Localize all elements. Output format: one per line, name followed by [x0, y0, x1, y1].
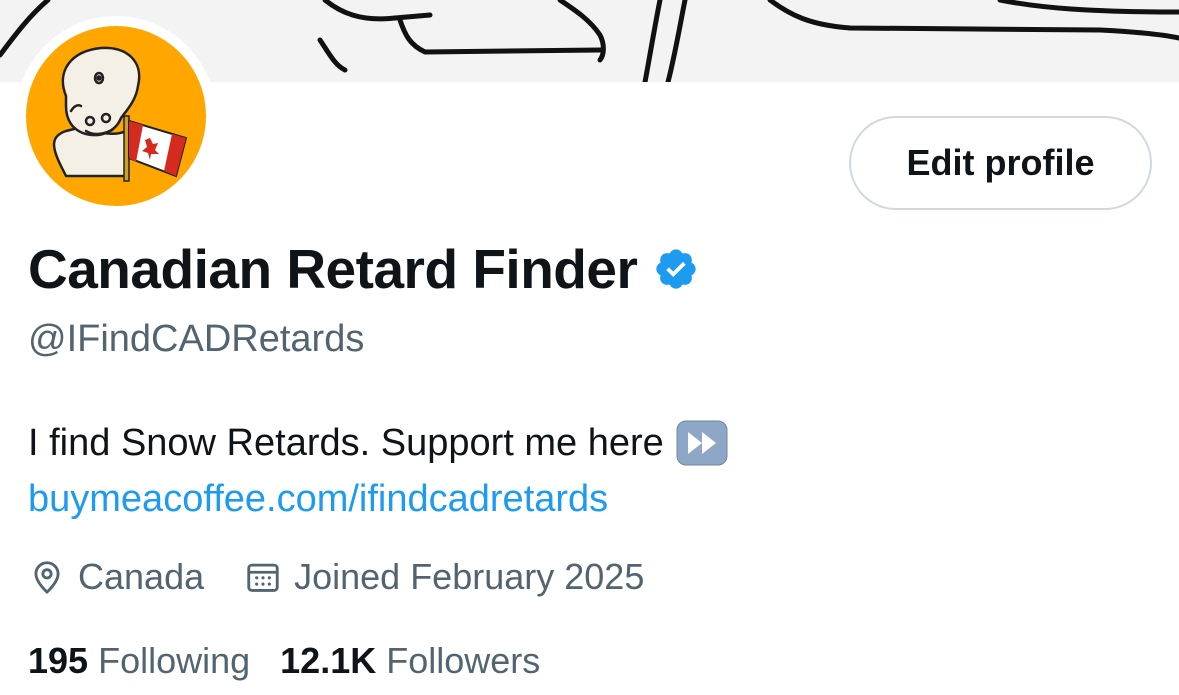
- following-count: 195: [28, 640, 89, 681]
- bio-text: I find Snow Retards. Support me here: [28, 421, 664, 464]
- location-pin-icon: [34, 561, 60, 594]
- location-item: Canada: [28, 556, 204, 598]
- calendar-icon: [247, 563, 279, 592]
- followers-link[interactable]: 12.1K Followers: [280, 640, 540, 682]
- followers-label: Followers: [386, 640, 541, 681]
- profile-meta: Canada Joined February 2025: [28, 552, 644, 602]
- avatar[interactable]: [26, 26, 206, 206]
- location-text: Canada: [78, 556, 205, 597]
- following-link[interactable]: 195 Following: [28, 640, 250, 682]
- edit-profile-button[interactable]: Edit profile: [849, 116, 1152, 210]
- avatar-illustration: [52, 46, 188, 182]
- display-name: Canadian Retard Finder: [28, 238, 638, 300]
- followers-count: 12.1K: [280, 640, 377, 681]
- verified-badge-icon[interactable]: [653, 246, 699, 292]
- name-row: Canadian Retard Finder: [28, 234, 699, 304]
- profile-link[interactable]: buymeacoffee.com/ifindcadretards: [28, 478, 608, 521]
- follow-stats: 195 Following 12.1K Followers: [28, 640, 540, 682]
- fast-forward-emoji-icon: [676, 420, 728, 466]
- profile-handle: @IFindCADRetards: [28, 318, 365, 360]
- joined-text: Joined February 2025: [294, 556, 645, 597]
- avatar-border: [16, 16, 216, 216]
- following-label: Following: [98, 640, 251, 681]
- profile-bio: I find Snow Retards. Support me here: [28, 420, 728, 466]
- joined-item: Joined February 2025: [244, 556, 644, 598]
